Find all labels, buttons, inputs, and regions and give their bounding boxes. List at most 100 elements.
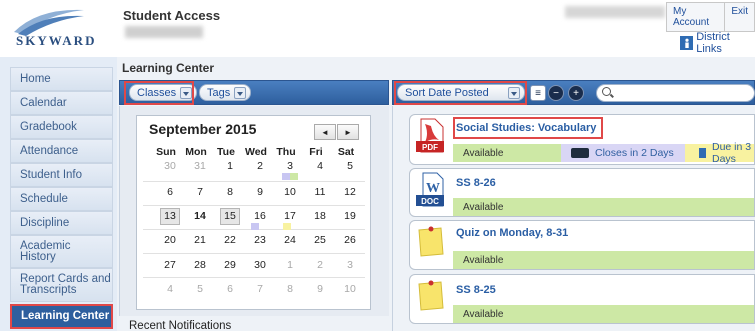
comment-icon: [571, 148, 589, 158]
calendar-day[interactable]: 12: [339, 186, 361, 205]
calendar-day[interactable]: 22: [219, 234, 241, 253]
next-month-button[interactable]: ►: [337, 124, 359, 140]
calendar-day[interactable]: 8: [219, 186, 241, 205]
assignment-title[interactable]: Social Studies: Vocabulary: [456, 122, 596, 134]
calendar-day[interactable]: 9: [249, 186, 271, 205]
sidebar-item-discipline[interactable]: Discipline: [10, 211, 113, 235]
calendar-day[interactable]: 19: [339, 210, 361, 229]
calendar-day[interactable]: 21: [189, 234, 211, 253]
sidebar-item-label: Student Info: [20, 168, 83, 181]
calendar-day[interactable]: 2: [249, 160, 271, 179]
classes-filter-button[interactable]: Classes: [129, 84, 198, 101]
day-of-week-header: Thu: [276, 146, 296, 158]
calendar-day[interactable]: 7: [189, 186, 211, 205]
district-icon: [680, 36, 694, 50]
calendar-day[interactable]: 30: [159, 160, 181, 179]
exit-link[interactable]: Exit: [724, 3, 754, 31]
calendar-day[interactable]: 31: [189, 160, 211, 179]
calendar-day-today[interactable]: 14: [189, 210, 211, 229]
status-label: Available: [463, 201, 504, 213]
event-marker: [251, 223, 259, 230]
assignment-card[interactable]: PDF Social Studies: Vocabulary Available…: [409, 114, 755, 165]
calendar-day[interactable]: 10: [339, 283, 361, 302]
user-name-redacted: user: [565, 6, 665, 18]
calendar-day[interactable]: 11: [309, 186, 331, 205]
sidebar-item-schedule[interactable]: Schedule: [10, 187, 113, 211]
calendar-day[interactable]: 13: [160, 208, 180, 225]
assignment-title[interactable]: SS 8-26: [456, 177, 496, 189]
sort-order-icon[interactable]: ≡: [530, 85, 546, 101]
status-label: Available: [463, 254, 504, 266]
calendar-day[interactable]: 2: [309, 259, 331, 278]
assignment-card[interactable]: W DOC SS 8-26 Available: [409, 168, 755, 217]
svg-text:W: W: [426, 181, 440, 196]
district-links-label: District Links: [696, 31, 730, 55]
event-marker: [290, 173, 298, 180]
due-label: Due in 3 Days: [712, 141, 752, 165]
assignment-title[interactable]: Quiz on Monday, 8-31: [456, 227, 568, 239]
calendar-row-divider: [143, 205, 365, 206]
assignment-status-bar: Available: [453, 305, 754, 323]
calendar-day[interactable]: 5: [189, 283, 211, 302]
top-links: My Account Exit: [666, 2, 755, 32]
calendar-day[interactable]: 4: [159, 283, 181, 302]
sidebar-item-student-info[interactable]: Student Info: [10, 163, 113, 187]
sidebar-item-label: Discipline: [20, 216, 70, 229]
assignment-card[interactable]: SS 8-25 Available: [409, 274, 755, 324]
closes-label: Closes in 2 Days: [595, 147, 674, 159]
assignment-card[interactable]: Quiz on Monday, 8-31 Available: [409, 220, 755, 270]
calendar-day[interactable]: 1: [219, 160, 241, 179]
calendar-day[interactable]: 24: [279, 234, 301, 253]
calendar-day[interactable]: 5: [339, 160, 361, 179]
day-of-week-header: Sat: [337, 146, 355, 158]
search-input[interactable]: [596, 84, 755, 102]
sidebar-item-report-cards[interactable]: Report Cards and Transcripts: [10, 268, 113, 302]
my-account-link[interactable]: My Account: [667, 3, 724, 31]
sidebar-item-learning-center[interactable]: Learning Center: [10, 304, 113, 329]
calendar-day[interactable]: 23: [249, 234, 271, 253]
calendar-day[interactable]: 9: [309, 283, 331, 302]
calendar-day[interactable]: 28: [189, 259, 211, 278]
calendar-day[interactable]: 25: [309, 234, 331, 253]
calendar-day[interactable]: 6: [219, 283, 241, 302]
day-of-week-header: Wed: [245, 146, 267, 158]
calendar-day[interactable]: 26: [339, 234, 361, 253]
calendar-day[interactable]: 30: [249, 259, 271, 278]
district-links[interactable]: District Links: [680, 31, 755, 55]
tags-filter-button[interactable]: Tags: [199, 84, 252, 101]
pdf-file-icon: PDF: [416, 118, 444, 153]
calendar-day[interactable]: 1: [279, 259, 301, 278]
calendar-day[interactable]: 15: [220, 208, 240, 225]
calendar-day[interactable]: 7: [249, 283, 271, 302]
prev-month-button[interactable]: ◄: [314, 124, 336, 140]
calendar-day[interactable]: 4: [309, 160, 331, 179]
tags-filter-label: Tags: [207, 86, 231, 99]
calendar-day[interactable]: 3: [339, 259, 361, 278]
chevron-down-icon: [234, 86, 247, 99]
sidebar-item-calendar[interactable]: Calendar: [10, 91, 113, 115]
assignment-title[interactable]: SS 8-25: [456, 284, 496, 296]
app-title: Student Access: [123, 8, 221, 23]
calendar-day[interactable]: 27: [159, 259, 181, 278]
calendar-day[interactable]: 8: [279, 283, 301, 302]
assignment-status-bar: Available: [453, 251, 754, 269]
sort-select[interactable]: Sort Date Posted: [397, 84, 525, 101]
status-label: Available: [463, 308, 504, 320]
calendar-row-divider: [143, 181, 365, 182]
sidebar-item-academic-history[interactable]: Academic History: [10, 235, 113, 268]
app-window: SKYWARD Student Access name user My Acco…: [0, 0, 755, 331]
expand-icon[interactable]: +: [568, 85, 584, 101]
sidebar-item-label: Attendance: [20, 144, 79, 157]
file-type-label: DOC: [421, 197, 439, 206]
sidebar-item-gradebook[interactable]: Gradebook: [10, 115, 113, 139]
sidebar-item-label: Report Cards and Transcripts: [20, 273, 111, 296]
calendar-day[interactable]: 6: [159, 186, 181, 205]
calendar-day[interactable]: 29: [219, 259, 241, 278]
collapse-icon[interactable]: −: [548, 85, 564, 101]
sidebar-item-home[interactable]: Home: [10, 67, 113, 91]
calendar-day[interactable]: 10: [279, 186, 301, 205]
calendar-month-title: September 2015: [149, 121, 257, 137]
calendar-day[interactable]: 20: [159, 234, 181, 253]
calendar-day[interactable]: 18: [309, 210, 331, 229]
sidebar-item-attendance[interactable]: Attendance: [10, 139, 113, 163]
